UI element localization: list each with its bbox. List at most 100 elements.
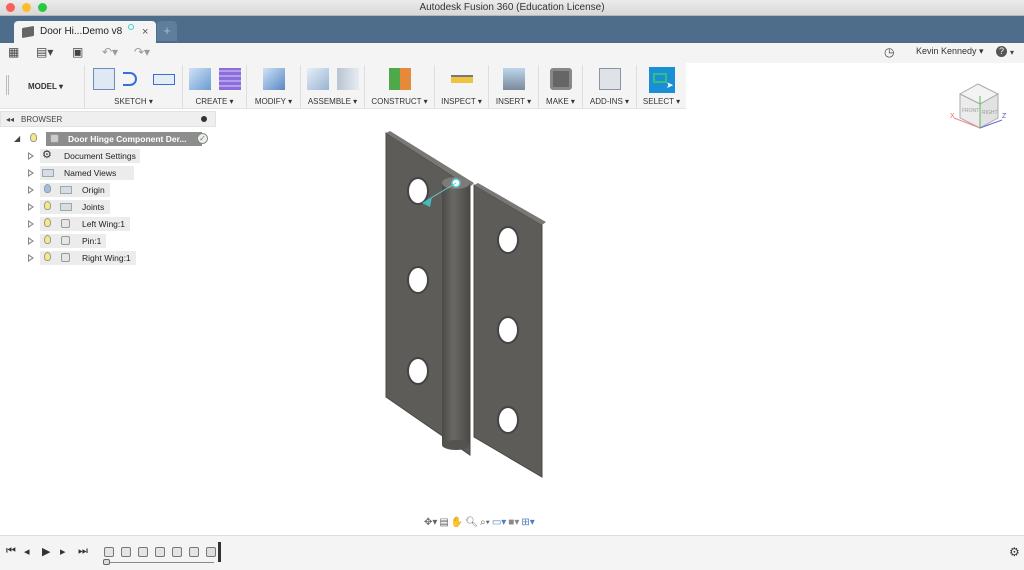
visibility-bulb-icon[interactable]: [30, 133, 37, 142]
timeline-feature[interactable]: [155, 547, 165, 557]
browser-item[interactable]: Named Views: [28, 166, 148, 180]
browser-item[interactable]: Origin: [28, 183, 148, 197]
expand-icon[interactable]: [28, 152, 34, 160]
pin-browser-icon[interactable]: [201, 116, 207, 122]
activate-check-icon[interactable]: ✓: [197, 133, 208, 144]
go-to-start-icon[interactable]: ⏮: [6, 545, 16, 558]
redo-icon[interactable]: ↷▾: [134, 45, 150, 59]
timeline-feature[interactable]: [138, 547, 148, 557]
insert-menu[interactable]: INSERT ▾: [489, 97, 538, 106]
browser-item[interactable]: Joints: [28, 200, 148, 214]
visibility-bulb-icon[interactable]: [44, 235, 51, 244]
expand-icon[interactable]: [28, 254, 34, 262]
right-wing[interactable]: [473, 183, 546, 478]
offset-plane-icon[interactable]: [389, 68, 411, 90]
timeline-feature[interactable]: [189, 547, 199, 557]
construct-menu[interactable]: CONSTRUCT ▾: [365, 97, 434, 106]
browser-item[interactable]: Left Wing:1: [28, 217, 148, 231]
sketch-group[interactable]: SKETCH ▾: [84, 65, 182, 109]
inspect-menu[interactable]: INSPECT ▾: [435, 97, 488, 106]
browser-root-node[interactable]: ◢ Door Hinge Component Der... ✓: [14, 132, 214, 146]
help-icon[interactable]: ?: [996, 46, 1007, 57]
workspace-switcher[interactable]: MODEL ▾: [28, 82, 63, 91]
expand-icon[interactable]: [28, 186, 34, 194]
orbit-icon[interactable]: ✥▾: [424, 517, 437, 528]
pan-hand-icon[interactable]: ✋: [451, 517, 463, 528]
close-tab-button[interactable]: ×: [142, 21, 148, 43]
file-menu-icon[interactable]: ▤▾: [36, 45, 53, 59]
timeline-marker[interactable]: [218, 542, 221, 562]
timeline-start-handle[interactable]: [103, 559, 110, 565]
modify-group[interactable]: MODIFY ▾: [246, 65, 300, 109]
browser-item[interactable]: Right Wing:1: [28, 251, 148, 265]
new-tab-button[interactable]: +: [157, 21, 177, 41]
joint-icon[interactable]: [337, 68, 359, 90]
new-component-icon[interactable]: [307, 68, 329, 90]
visibility-bulb-icon[interactable]: [44, 218, 51, 227]
add-ins-group[interactable]: ADD-INS ▾: [582, 65, 636, 109]
display-settings-icon[interactable]: ▭▾: [492, 517, 506, 528]
extrude-icon[interactable]: [189, 68, 211, 90]
scripts-icon[interactable]: [599, 68, 621, 90]
timeline-feature[interactable]: [172, 547, 182, 557]
visibility-bulb-icon[interactable]: [44, 201, 51, 210]
document-tab[interactable]: Door Hi...Demo v8 ×: [14, 21, 156, 43]
select-icon[interactable]: ➤: [649, 67, 675, 93]
help-dropdown-icon[interactable]: ▾: [1010, 48, 1014, 57]
rectangle-icon[interactable]: [153, 74, 175, 85]
browser-item[interactable]: ⚙ Document Settings: [28, 149, 148, 163]
construct-group[interactable]: CONSTRUCT ▾: [364, 65, 434, 109]
select-group[interactable]: ➤ SELECT ▾: [636, 65, 686, 109]
expand-icon[interactable]: [28, 203, 34, 211]
arc-icon[interactable]: [123, 72, 137, 86]
create-menu[interactable]: CREATE ▾: [183, 97, 246, 106]
browser-header[interactable]: ◂◂ BROWSER: [0, 111, 216, 127]
3d-print-icon[interactable]: [550, 68, 572, 90]
sketch-menu[interactable]: SKETCH ▾: [85, 97, 182, 106]
browser-item[interactable]: Pin:1: [28, 234, 148, 248]
grid-settings-icon[interactable]: ⊞▾: [521, 517, 534, 528]
save-icon[interactable]: ▣: [72, 45, 83, 59]
zoom-icon[interactable]: 🔍︎: [465, 517, 478, 528]
view-cube[interactable]: FRONT RIGHT X Z: [948, 76, 1008, 132]
undo-icon[interactable]: ↶▾: [102, 45, 118, 59]
expand-root-icon[interactable]: ◢: [14, 132, 20, 146]
look-at-icon[interactable]: ▤: [439, 517, 448, 528]
collapse-browser-icon[interactable]: ◂◂: [6, 112, 14, 127]
expand-icon[interactable]: [28, 220, 34, 228]
data-panel-grid-icon[interactable]: ▦: [8, 45, 19, 59]
insert-image-icon[interactable]: [503, 68, 525, 90]
step-back-icon[interactable]: ◂: [24, 545, 30, 558]
create-group[interactable]: CREATE ▾: [182, 65, 246, 109]
timeline-settings-gear-icon[interactable]: ⚙: [1009, 545, 1020, 559]
expand-icon[interactable]: [28, 237, 34, 245]
modify-menu[interactable]: MODIFY ▾: [247, 97, 300, 106]
press-pull-icon[interactable]: [263, 68, 285, 90]
assemble-menu[interactable]: ASSEMBLE ▾: [301, 97, 364, 106]
go-to-end-icon[interactable]: ⏭: [78, 545, 88, 558]
add-ins-menu[interactable]: ADD-INS ▾: [583, 97, 636, 106]
expand-icon[interactable]: [28, 169, 34, 177]
toolbar-grip[interactable]: [6, 75, 9, 95]
make-menu[interactable]: MAKE ▾: [539, 97, 582, 106]
visual-style-icon[interactable]: ■▾: [508, 517, 519, 528]
close-window-button[interactable]: [6, 3, 15, 12]
hinge-model-viewport[interactable]: [370, 125, 570, 485]
form-icon[interactable]: [219, 68, 241, 90]
visibility-bulb-icon[interactable]: [44, 184, 51, 193]
inspect-group[interactable]: INSPECT ▾: [434, 65, 488, 109]
visibility-bulb-icon[interactable]: [44, 252, 51, 261]
timeline-feature[interactable]: [121, 547, 131, 557]
timeline-feature[interactable]: [104, 547, 114, 557]
play-icon[interactable]: ▶: [42, 545, 50, 558]
create-sketch-icon[interactable]: [93, 68, 115, 90]
zoom-window-button[interactable]: [38, 3, 47, 12]
assemble-group[interactable]: ASSEMBLE ▾: [300, 65, 364, 109]
timeline-joint-feature[interactable]: [206, 547, 216, 557]
fit-icon[interactable]: ⌕▾: [480, 517, 490, 528]
measure-icon[interactable]: [451, 75, 473, 83]
make-group[interactable]: MAKE ▾: [538, 65, 582, 109]
user-menu[interactable]: Kevin Kennedy ▾: [916, 46, 984, 57]
select-menu[interactable]: SELECT ▾: [637, 97, 686, 106]
insert-group[interactable]: INSERT ▾: [488, 65, 538, 109]
